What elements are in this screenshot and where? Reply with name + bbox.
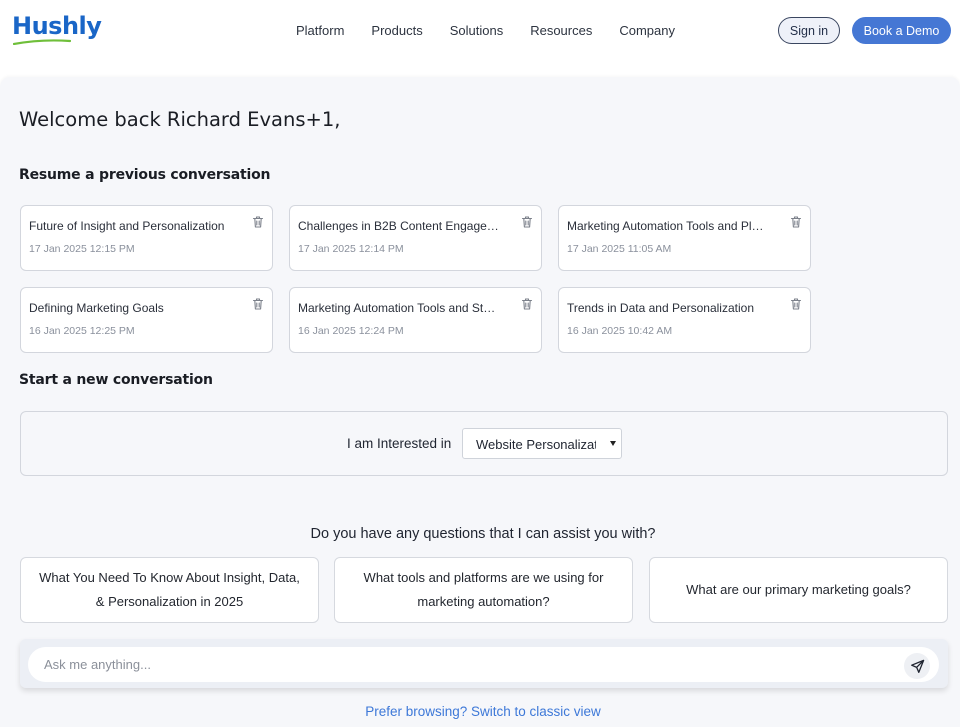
send-button[interactable] (904, 653, 930, 679)
logo-swoosh-icon (13, 39, 71, 45)
classic-view-link[interactable]: Prefer browsing? Switch to classic view (0, 704, 960, 719)
interest-select-value: Website Personalization (476, 437, 596, 452)
conversation-date: 17 Jan 2025 12:15 PM (29, 243, 135, 255)
caret-down-icon (610, 441, 616, 446)
main-panel: Welcome back Richard Evans+1, Resume a p… (0, 77, 960, 727)
welcome-message: Welcome back Richard Evans+1, (19, 108, 341, 131)
sign-in-button[interactable]: Sign in (778, 17, 840, 44)
conversation-date: 17 Jan 2025 11:05 AM (567, 243, 672, 255)
conversation-card[interactable]: Marketing Automation Tools and Pl… 17 Ja… (558, 205, 811, 271)
conversation-title: Defining Marketing Goals (29, 301, 164, 315)
suggested-question[interactable]: What tools and platforms are we using fo… (334, 557, 633, 623)
conversation-date: 16 Jan 2025 12:25 PM (29, 325, 135, 337)
chat-input[interactable] (28, 647, 939, 682)
conversation-card[interactable]: Challenges in B2B Content Engage… 17 Jan… (289, 205, 542, 271)
interest-select[interactable]: Website Personalization (462, 428, 622, 459)
conversation-title: Challenges in B2B Content Engage… (298, 219, 499, 233)
nav-products[interactable]: Products (371, 23, 422, 38)
trash-icon[interactable] (520, 297, 534, 311)
conversation-title: Future of Insight and Personalization (29, 219, 225, 233)
chat-bar (20, 639, 948, 688)
conversation-title: Trends in Data and Personalization (567, 301, 754, 315)
trash-icon[interactable] (789, 215, 803, 229)
questions-heading: Do you have any questions that I can ass… (310, 526, 656, 542)
site-header: Hushly Platform Products Solutions Resou… (0, 0, 960, 70)
hushly-logo[interactable]: Hushly (12, 12, 102, 40)
send-icon (910, 659, 924, 673)
trash-icon[interactable] (520, 215, 534, 229)
nav-solutions[interactable]: Solutions (450, 23, 503, 38)
conversation-date: 17 Jan 2025 12:14 PM (298, 243, 404, 255)
trash-icon[interactable] (251, 215, 265, 229)
suggested-question[interactable]: What are our primary marketing goals? (649, 557, 948, 623)
conversation-card[interactable]: Trends in Data and Personalization 16 Ja… (558, 287, 811, 353)
book-demo-button[interactable]: Book a Demo (852, 17, 951, 44)
nav-resources[interactable]: Resources (530, 23, 592, 38)
conversation-card[interactable]: Defining Marketing Goals 16 Jan 2025 12:… (20, 287, 273, 353)
main-nav: Platform Products Solutions Resources Co… (296, 23, 702, 38)
conversation-card[interactable]: Future of Insight and Personalization 17… (20, 205, 273, 271)
conversation-card[interactable]: Marketing Automation Tools and St… 16 Ja… (289, 287, 542, 353)
conversation-date: 16 Jan 2025 12:24 PM (298, 325, 404, 337)
trash-icon[interactable] (251, 297, 265, 311)
conversation-title: Marketing Automation Tools and St… (298, 301, 496, 315)
nav-platform[interactable]: Platform (296, 23, 344, 38)
resume-section-title: Resume a previous conversation (19, 167, 271, 183)
conversation-title: Marketing Automation Tools and Pl… (567, 219, 764, 233)
trash-icon[interactable] (789, 297, 803, 311)
interest-label: I am Interested in (347, 436, 452, 451)
new-conversation-title: Start a new conversation (19, 372, 213, 388)
nav-company[interactable]: Company (619, 23, 675, 38)
conversation-date: 16 Jan 2025 10:42 AM (567, 325, 673, 337)
interest-selector-box: I am Interested in Website Personalizati… (20, 411, 948, 476)
suggested-question[interactable]: What You Need To Know About Insight, Dat… (20, 557, 319, 623)
